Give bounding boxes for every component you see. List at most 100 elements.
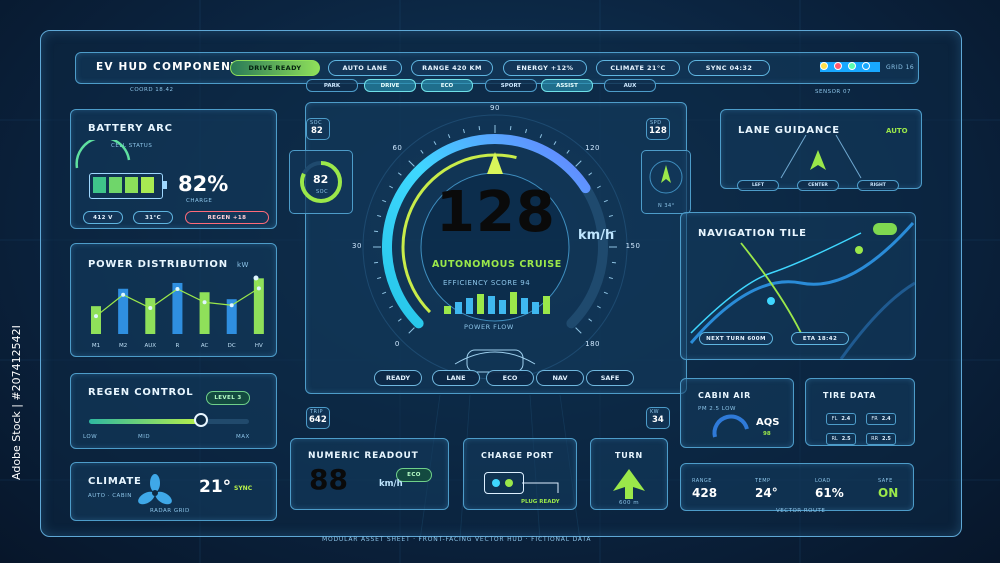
cabin-ring	[712, 414, 749, 438]
gauge-button-eco[interactable]: ECO	[486, 370, 534, 386]
power-trend-point	[256, 286, 261, 291]
cabin-panel: CABIN AIR PM 2.5 LOW AQS 98	[680, 378, 794, 448]
nav-mode-assist[interactable]: ASSIST	[541, 79, 593, 92]
regen-slider-track[interactable]	[89, 413, 249, 427]
nav-toggle[interactable]	[873, 223, 897, 235]
vector-item-label: RANGE	[692, 478, 712, 484]
gauge-tick	[575, 327, 582, 334]
battery-voltage: 412 V	[83, 211, 123, 224]
nav-mode-eco[interactable]: ECO	[421, 79, 473, 92]
gauge-mini-bars	[444, 292, 550, 314]
regen-slider-knob[interactable]	[194, 413, 208, 427]
power-bar	[199, 292, 210, 334]
gauge-tick	[373, 230, 379, 233]
compass-icon	[649, 160, 683, 194]
indicator-dot-yellow	[834, 62, 842, 70]
gauge-tick	[509, 125, 512, 131]
gauge-tick	[611, 261, 617, 264]
charge-panel: CHARGE PORT PLUG READY	[463, 438, 577, 510]
lane-button-center[interactable]: CENTER	[797, 180, 839, 191]
lane-button-right[interactable]: RIGHT	[857, 180, 899, 191]
grid-label: GRID 16	[886, 64, 915, 71]
lane-arrow-icon	[810, 150, 826, 170]
status-pill[interactable]: CLIMATE 21°C	[596, 60, 680, 76]
power-trend-point	[121, 292, 126, 297]
gauge-mini-bar	[499, 300, 506, 314]
gauge-tick	[608, 214, 613, 217]
status-pill[interactable]: DRIVE READY	[230, 60, 320, 76]
nav-next-turn: NEXT TURN 600M	[699, 332, 773, 345]
power-bar-label: M1	[92, 343, 100, 349]
status-pill[interactable]: ENERGY +12%	[503, 60, 587, 76]
sensor-label: SENSOR 07	[815, 89, 851, 95]
climate-title: CLIMATE	[88, 476, 142, 487]
gauge-speed: 128	[436, 180, 556, 245]
tire-cell: FL 2.4	[826, 413, 856, 425]
gauge-tick-label: 60	[392, 144, 403, 153]
power-bar-label: M2	[119, 343, 127, 349]
tire-cell-value: 2.5	[841, 436, 851, 442]
gauge-tick	[596, 305, 601, 309]
gauge-tick	[539, 134, 543, 139]
gauge-tick-label: 30	[352, 242, 362, 250]
soc-value: 82	[311, 126, 323, 136]
soc-box: SOC 82	[306, 118, 330, 140]
lane-panel: LANE GUIDANCE AUTO LEFT CENTER RIGHT	[720, 109, 922, 191]
nav-mode-sport[interactable]: SPORT	[485, 79, 537, 92]
battery-arc	[75, 140, 131, 169]
gauge-tick	[462, 129, 465, 134]
gauge-tick-label: 120	[585, 144, 601, 153]
nav-mode-drive[interactable]: DRIVE	[364, 79, 416, 92]
gauge-mini-bar	[521, 298, 528, 314]
power-trend-point	[148, 306, 153, 311]
gauge-mini-bar	[444, 306, 451, 314]
gauge-button-nav[interactable]: NAV	[536, 370, 584, 386]
radar-grid-label: RADAR GRID	[150, 508, 190, 514]
turn-distance: 600 m	[619, 500, 640, 506]
power-bar-label: R	[176, 343, 180, 349]
power-bar-chart: M1 M2 AUX R AC DC HV	[91, 275, 264, 349]
power-title: POWER DISTRIBUTION	[88, 259, 228, 270]
status-pill[interactable]: AUTO LANE	[328, 60, 402, 76]
vector-item-label: SAFE	[878, 478, 893, 484]
footer-text: MODULAR ASSET SHEET · FRONT-FACING VECTO…	[322, 536, 592, 543]
nav-eta: ETA 18:42	[791, 332, 849, 345]
gauge-mini-bar	[543, 296, 550, 314]
power-trend-point	[202, 300, 207, 305]
vector-item-value: ON	[878, 486, 899, 500]
indicator-dot-blue	[820, 62, 828, 70]
gauge-tick	[575, 160, 582, 167]
coord-label: COORD 18.42	[130, 87, 174, 93]
nav-mode-aux[interactable]: AUX	[604, 79, 656, 92]
compass-heading: N 34°	[658, 203, 675, 209]
charge-status: PLUG READY	[521, 499, 560, 505]
battery-regen: REGEN +18	[185, 211, 269, 224]
gauge-button-lane[interactable]: LANE	[432, 370, 480, 386]
gauge-tick	[382, 199, 387, 203]
gauge-button-ready[interactable]: READY	[374, 370, 422, 386]
power-bar-label: AC	[201, 343, 209, 349]
soc-ring-value: 82	[313, 173, 329, 186]
nav-mode-park[interactable]: PARK	[306, 79, 358, 92]
gauge-button-safe[interactable]: SAFE	[586, 370, 634, 386]
trip-value: 642	[309, 415, 327, 425]
cabin-title: CABIN AIR	[698, 391, 752, 400]
vector-footer: VECTOR ROUTE	[776, 508, 826, 514]
battery-charge-label: CHARGE	[186, 198, 213, 204]
gauge-tick	[377, 214, 382, 217]
gauge-mini-bar	[466, 298, 473, 314]
nav-panel: NAVIGATION TILE NEXT TURN 600M ETA 18:42	[680, 212, 916, 360]
gauge-mini-bar	[532, 302, 539, 314]
tire-cell: RR 2.5	[866, 433, 896, 445]
lane-button-left[interactable]: LEFT	[737, 180, 779, 191]
power-trend-point	[94, 314, 98, 319]
climate-sync: SYNC	[234, 485, 253, 492]
status-pill[interactable]: SYNC 04:32	[688, 60, 770, 76]
tire-cell-value: 2.5	[882, 436, 891, 442]
gauge-tick-label: 0	[394, 339, 400, 348]
trip-box: TRIP 642	[306, 407, 330, 429]
status-pill[interactable]: RANGE 420 KM	[411, 60, 493, 76]
battery-icon	[89, 173, 167, 199]
regen-low: LOW	[83, 434, 98, 440]
tire-cell-position: RL	[831, 436, 838, 442]
